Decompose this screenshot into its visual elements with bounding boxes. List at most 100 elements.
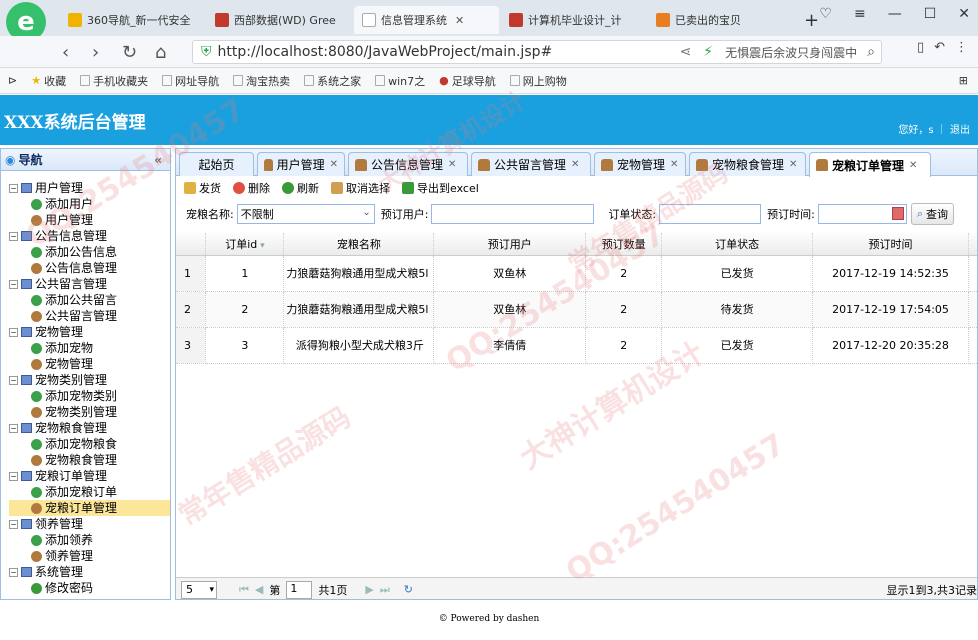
close-tab-icon[interactable]: ✕ [448,159,456,170]
collapse-toggle-icon[interactable]: − [9,471,18,481]
close-tab-icon[interactable]: ✕ [909,160,917,171]
table-row[interactable]: 2 2 力狼蘑菇狗粮通用型成犬粮5l 双鱼林 2 待发货 2017-12-19 … [176,291,977,328]
prev-page-icon[interactable]: ◀ [255,583,263,596]
nav-item[interactable]: 添加用户 [9,196,170,212]
calendar-icon[interactable] [891,207,904,220]
bookmark-item[interactable]: win7之 [375,73,425,89]
column-header-time[interactable]: 预订时间 [812,233,969,256]
nav-item[interactable]: 宠粮订单管理 [9,500,170,516]
nav-group[interactable]: − 用户管理 [9,180,170,196]
browser-tab[interactable]: 计算机毕业设计_计 [501,6,646,34]
column-header-qty[interactable]: 预订数量 [585,233,663,256]
table-row[interactable]: 3 3 派得狗粮小型犬成犬粮3斤 李倩倩 2 已发货 2017-12-20 20… [176,327,977,364]
nav-item[interactable]: 添加宠物粮食 [9,436,170,452]
grid-apps-icon[interactable]: ⊞ [959,74,968,87]
undo-icon[interactable]: ↶ [934,40,945,55]
nav-group[interactable]: − 公共留言管理 [9,276,170,292]
more-icon[interactable]: ⋮ [955,40,968,55]
bookmark-item[interactable]: 系统之家 [304,73,361,89]
bookmark-item[interactable]: 网址导航 [162,73,219,89]
nav-item[interactable]: 宠物类别管理 [9,404,170,420]
page-size-select[interactable]: 5 ▾ [181,580,217,599]
back-icon[interactable]: ‹ [62,42,69,63]
search-icon[interactable]: ⌕ [867,44,875,60]
send-button[interactable]: 发货 [184,180,221,196]
tab-pet-manage[interactable]: 宠物管理 ✕ [594,152,686,176]
user-input[interactable] [431,204,595,224]
collapse-toggle-icon[interactable]: − [9,183,18,193]
tab-order-manage[interactable]: 宠粮订单管理 ✕ [809,152,931,177]
delete-button[interactable]: 删除 [233,180,270,196]
nav-group[interactable]: − 宠物类别管理 [9,372,170,388]
status-input[interactable] [659,204,762,224]
browser-tab[interactable]: 已卖出的宝贝 [648,6,793,34]
minimize-icon[interactable]: — [888,6,902,22]
speed-icon[interactable]: ⚡ [703,44,713,60]
nav-group[interactable]: − 宠物管理 [9,324,170,340]
tab-start-page[interactable]: 起始页 [179,152,254,176]
nav-item[interactable]: 添加领养 [9,532,170,548]
cancel-select-button[interactable]: 取消选择 [331,180,390,196]
search-suggestion[interactable]: 无惧震后余波只身闯震中 [725,44,857,61]
collapse-toggle-icon[interactable]: − [9,375,18,385]
bookmark-item[interactable]: 手机收藏夹 [80,73,148,89]
nav-item[interactable]: 公告信息管理 [9,260,170,276]
nav-item[interactable]: 公共留言管理 [9,308,170,324]
collapse-toggle-icon[interactable]: − [9,567,18,577]
table-row[interactable]: 1 1 力狼蘑菇狗粮通用型成犬粮5l 双鱼林 2 已发货 2017-12-19 … [176,255,977,292]
nav-item[interactable]: 用户管理 [9,212,170,228]
query-button[interactable]: ⌕ 查询 [910,203,955,225]
forward-icon[interactable]: › [92,42,99,63]
next-page-icon[interactable]: ▶ [365,583,373,596]
nav-group[interactable]: − 公告信息管理 [9,228,170,244]
collapse-icon[interactable]: « [154,153,162,167]
last-page-icon[interactable]: ⏭ [380,583,390,597]
maximize-icon[interactable]: ☐ [924,6,937,22]
bookmark-item[interactable]: ● 足球导航 [439,73,496,89]
close-window-icon[interactable]: ✕ [958,6,970,22]
browser-tab[interactable]: 360导航_新一代安全 [60,6,205,34]
nav-item[interactable]: 宠物粮食管理 [9,452,170,468]
sidebar-toggle-icon[interactable]: ⊳ [8,74,17,87]
tab-food-manage[interactable]: 宠物粮食管理 ✕ [689,152,806,176]
export-excel-button[interactable]: 导出到excel [402,180,479,196]
nav-item[interactable]: 修改密码 [9,580,170,596]
collapse-toggle-icon[interactable]: − [9,519,18,529]
first-page-icon[interactable]: ⏮ [239,583,249,597]
collapse-toggle-icon[interactable]: − [9,279,18,289]
reload-icon[interactable]: ↻ [122,42,137,63]
nav-item[interactable]: 领养管理 [9,548,170,564]
nav-item[interactable]: 宠物管理 [9,356,170,372]
column-header-id[interactable]: 订单id ▾ [205,233,285,256]
nav-item[interactable]: 添加宠物类别 [9,388,170,404]
menu-icon[interactable]: ≡ [854,6,866,22]
refresh-icon[interactable]: ↻ [404,583,413,596]
page-number-input[interactable]: 1 [286,580,313,599]
column-header-food[interactable]: 宠粮名称 [283,233,435,256]
close-tab-icon[interactable]: ✕ [330,159,338,170]
nav-group[interactable]: − 系统管理 [9,564,170,580]
nav-group[interactable]: − 领养管理 [9,516,170,532]
browser-tab[interactable]: 西部数据(WD) Gree [207,6,352,34]
browser-tab-active[interactable]: 信息管理系统 ✕ [354,6,499,34]
home-icon[interactable]: ⌂ [155,42,166,63]
time-input[interactable] [817,204,907,224]
tab-notice-manage[interactable]: 公告信息管理 ✕ [348,152,468,176]
bookmark-item[interactable]: 网上购物 [509,73,567,89]
tab-message-manage[interactable]: 公共留言管理 ✕ [471,152,591,176]
url-input[interactable]: ⛨ http://localhost:8080/JavaWebProject/m… [192,40,882,64]
nav-group[interactable]: − 宠物粮食管理 [9,420,170,436]
bookmark-item[interactable]: 淘宝热卖 [233,73,290,89]
column-header-user[interactable]: 预订用户 [433,233,587,256]
share-icon[interactable]: ⋖ [680,44,692,60]
collapse-toggle-icon[interactable]: − [9,327,18,337]
close-tab-icon[interactable]: ✕ [571,159,579,170]
close-tab-icon[interactable]: ✕ [789,159,797,170]
user-logout-text[interactable]: 您好，s ｜ 退出 [898,121,970,136]
tab-user-manage[interactable]: 用户管理 ✕ [257,152,345,176]
food-name-select[interactable]: 不限制 ⌄ [236,204,375,224]
nav-item[interactable]: 添加宠物 [9,340,170,356]
skin-icon[interactable]: ♡ [819,6,832,22]
nav-group[interactable]: − 宠粮订单管理 [9,468,170,484]
phone-icon[interactable]: ▯ [917,40,924,55]
